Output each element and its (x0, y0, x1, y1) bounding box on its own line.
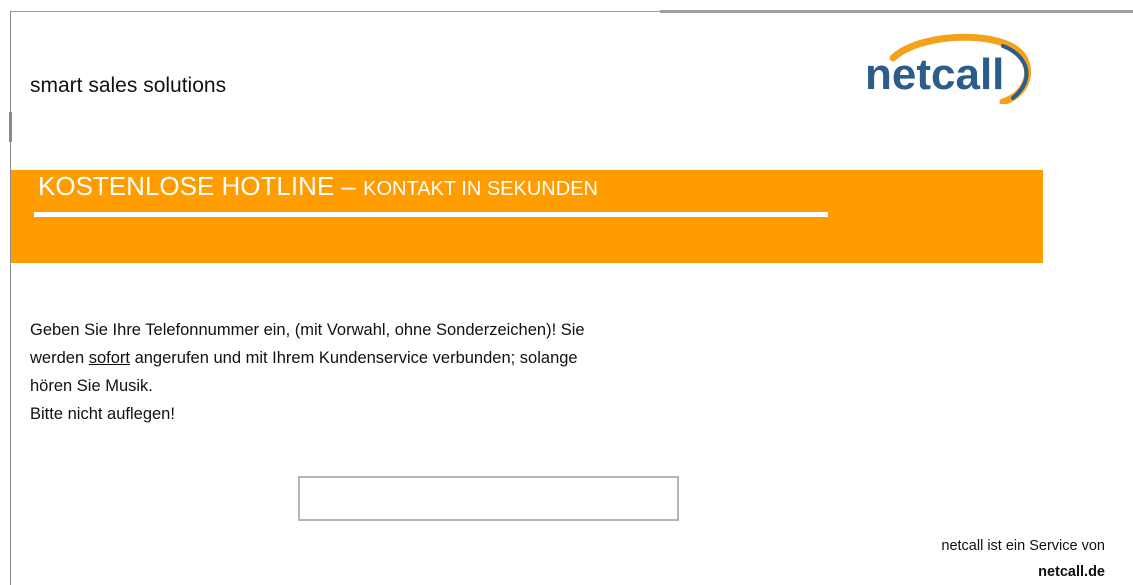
instructions-line-1: Geben Sie Ihre Telefonnummer ein, (mit V… (30, 321, 585, 339)
netcall-logo: netcall (853, 32, 1043, 106)
phone-number-input[interactable] (298, 476, 679, 521)
instructions-line-2: werden sofort angerufen und mit Ihrem Ku… (30, 344, 585, 372)
logo-text: netcall (865, 50, 1004, 99)
left-border (10, 11, 11, 585)
top-border-left (10, 11, 660, 12)
top-border-right (660, 10, 1133, 13)
netcall-link[interactable]: netcall.de (1038, 564, 1105, 580)
netcall-logo-icon: netcall (865, 33, 1031, 106)
banner-title-main: KOSTENLOSE HOTLINE (38, 171, 335, 201)
service-text: netcall ist ein Service von (941, 538, 1105, 554)
hotline-page: smart sales solutions netcall KOSTENLOSE… (0, 0, 1133, 585)
banner-underline (34, 212, 828, 217)
banner-title: KOSTENLOSE HOTLINE – KONTAKT IN SEKUNDEN (38, 171, 598, 202)
instructions-text: Geben Sie Ihre Telefonnummer ein, (mit V… (30, 316, 585, 428)
instructions-emphasis: sofort (88, 349, 130, 367)
tagline: smart sales solutions (30, 74, 227, 97)
banner-title-separator: – (341, 171, 356, 201)
instructions-line-2-start: werden (30, 349, 89, 367)
banner-subtitle: KONTAKT IN SEKUNDEN (363, 178, 598, 200)
left-border-mark (9, 112, 12, 142)
instructions-line-2-end: angerufen und mit Ihrem Kundenservice ve… (129, 349, 578, 367)
instructions-line-4: Bitte nicht auflegen! (30, 405, 175, 423)
instructions-line-3: hören Sie Musik. (30, 377, 153, 395)
